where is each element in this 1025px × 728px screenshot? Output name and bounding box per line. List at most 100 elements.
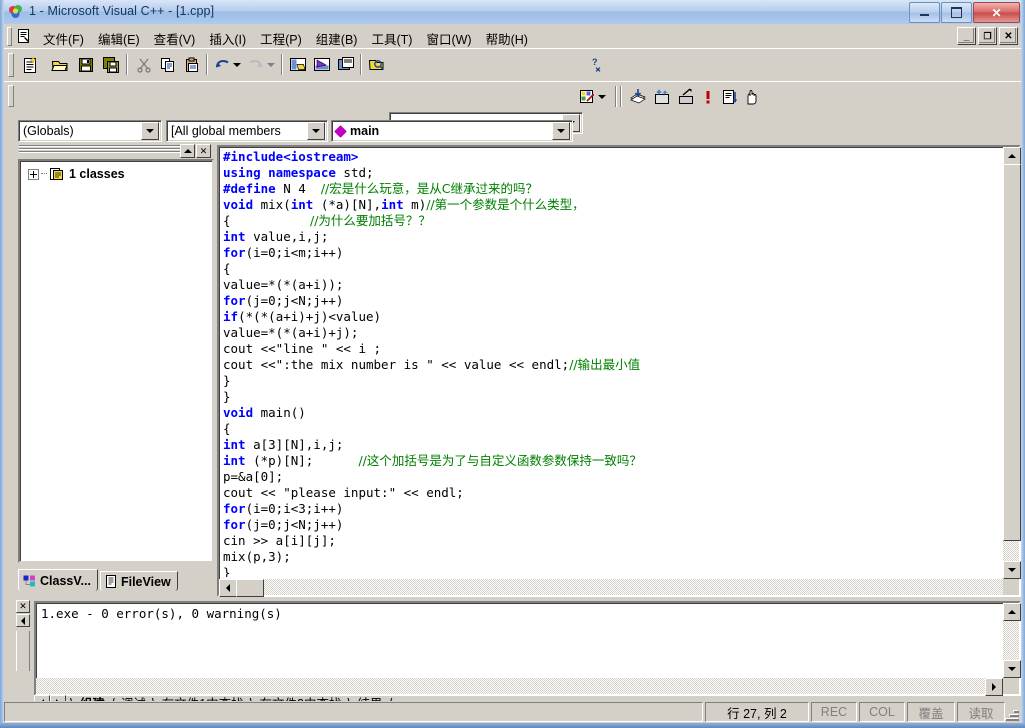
editor-scroll-left-button[interactable] xyxy=(219,579,237,597)
editor-horizontal-scrollbar[interactable] xyxy=(219,579,1003,597)
code-token: (j=0;j<N;j++) xyxy=(245,517,344,532)
output-scroll-up-button[interactable] xyxy=(16,614,30,627)
tree-item-classes[interactable]: 1 classes xyxy=(28,167,212,181)
menu-help[interactable]: 帮助(H) xyxy=(479,27,535,50)
code-line: for(j=0;j<N;j++) xyxy=(223,517,999,533)
undo-dropdown-icon[interactable] xyxy=(230,53,243,76)
workspace-roll-button[interactable] xyxy=(180,144,195,158)
save-icon[interactable] xyxy=(74,53,98,76)
code-editor[interactable]: #include<iostream> using namespace std; #d… xyxy=(217,145,1021,597)
mdi-minimize-button[interactable]: _ xyxy=(957,27,976,45)
code-line: cin >> a[i][j]; xyxy=(223,533,999,549)
workspace-caption: ✕ xyxy=(18,143,212,158)
output-drag-grip[interactable] xyxy=(16,631,30,671)
class-combo[interactable]: (Globals) xyxy=(18,120,162,142)
window-list-icon[interactable] xyxy=(334,53,358,76)
tab-fileview[interactable]: FileView xyxy=(99,571,178,591)
insert-breakpoint-icon[interactable] xyxy=(740,85,764,108)
paste-icon[interactable] xyxy=(180,53,204,76)
tab-classview[interactable]: ClassV... xyxy=(18,569,98,591)
code-token: } xyxy=(223,373,231,388)
window-close-button[interactable]: ✕ xyxy=(973,2,1020,23)
code-token: value,i,j; xyxy=(245,229,329,244)
code-line: void main() xyxy=(223,405,999,421)
menu-window[interactable]: 窗口(W) xyxy=(419,27,478,50)
editor-horizontal-thumb[interactable] xyxy=(236,579,264,597)
code-token: #include<iostream> xyxy=(223,149,359,164)
find-in-files-icon[interactable] xyxy=(364,53,388,76)
find-help-icon[interactable]: ? xyxy=(587,53,611,76)
editor-scroll-up-button[interactable] xyxy=(1003,147,1021,165)
resize-grip[interactable] xyxy=(1005,707,1019,721)
output-window-icon[interactable] xyxy=(310,53,334,76)
output-scroll-down[interactable] xyxy=(1003,660,1021,678)
classview-tree[interactable]: 1 classes xyxy=(18,159,214,563)
mdi-close-button[interactable]: ✕ xyxy=(999,27,1018,45)
classes-folder-icon xyxy=(50,168,63,180)
menu-tools[interactable]: 工具(T) xyxy=(364,27,419,50)
standard-toolbar-grip[interactable] xyxy=(8,53,14,77)
menu-edit[interactable]: 编辑(E) xyxy=(91,27,147,50)
code-token: using namespace xyxy=(223,165,336,180)
build-icon[interactable] xyxy=(650,85,674,108)
editor-vertical-scrollbar[interactable] xyxy=(1003,147,1021,579)
code-token: a[3][N],i,j; xyxy=(245,437,344,452)
function-combo-value: main xyxy=(350,124,380,138)
standard-toolbar: ? xyxy=(4,48,1021,134)
open-folder-icon[interactable] xyxy=(48,53,72,76)
build-execute-icon[interactable] xyxy=(674,85,698,108)
output-close-button[interactable]: ✕ xyxy=(16,600,30,613)
output-text-area[interactable]: 1.exe - 0 error(s), 0 warning(s) xyxy=(34,601,1021,696)
code-line: value=*(*(a+i)); xyxy=(223,277,999,293)
mdi-minimize-glyph: _ xyxy=(963,30,970,42)
class-combo-arrow[interactable] xyxy=(141,122,159,140)
function-combo[interactable]: main xyxy=(331,120,573,142)
save-all-icon[interactable] xyxy=(99,53,123,76)
new-document-icon[interactable] xyxy=(18,53,42,76)
code-token: } xyxy=(223,389,231,404)
mdi-restore-button[interactable]: ❐ xyxy=(978,27,997,45)
tree-expander-icon[interactable] xyxy=(28,168,39,180)
workspace-close-button[interactable]: ✕ xyxy=(196,144,211,158)
function-combo-arrow[interactable] xyxy=(552,122,570,140)
wizardbar-grip[interactable] xyxy=(8,85,14,107)
members-combo-arrow[interactable] xyxy=(307,122,325,140)
cut-scissors-icon[interactable] xyxy=(132,53,156,76)
menu-build[interactable]: 组建(B) xyxy=(309,27,365,50)
status-message xyxy=(4,702,703,722)
code-text[interactable]: #include<iostream> using namespace std; #d… xyxy=(223,149,999,577)
go-icon[interactable] xyxy=(718,85,742,108)
copy-icon[interactable] xyxy=(156,53,180,76)
output-vertical-scrollbar[interactable] xyxy=(1003,603,1021,678)
workspace-drag-lines[interactable] xyxy=(19,145,181,154)
editor-scroll-down-button[interactable] xyxy=(1003,561,1021,579)
workspace-window-icon[interactable] xyxy=(286,53,310,76)
status-indicator-overwrite: 覆盖 xyxy=(907,702,955,722)
workspace-panel: ✕ 1 classes ClassV... FileView xyxy=(18,143,214,591)
menu-view[interactable]: 查看(V) xyxy=(147,27,203,50)
code-token: int xyxy=(381,197,404,212)
compile-icon[interactable] xyxy=(626,85,650,108)
window-minimize-button[interactable] xyxy=(909,2,940,23)
menu-file[interactable]: 文件(F) xyxy=(36,27,91,50)
code-line: } xyxy=(223,373,999,389)
triangle-up-icon xyxy=(183,149,192,153)
code-token: (*p)[N]; xyxy=(245,453,359,468)
document-window-icon[interactable] xyxy=(16,28,32,44)
redo-dropdown-icon[interactable] xyxy=(264,53,277,76)
stop-build-icon[interactable] xyxy=(696,85,720,108)
output-scroll-up[interactable] xyxy=(1003,603,1021,621)
window-maximize-button[interactable] xyxy=(941,2,972,23)
wizardbar-dropdown-icon[interactable] xyxy=(595,85,608,108)
code-token: cout << "please input:" << endl; xyxy=(223,485,464,500)
application-window: 1 - Microsoft Visual C++ - [1.cpp] ✕ 文件(… xyxy=(0,0,1025,728)
menu-project[interactable]: 工程(P) xyxy=(253,27,309,50)
menu-insert[interactable]: 插入(I) xyxy=(202,27,253,50)
editor-vertical-thumb[interactable] xyxy=(1003,164,1021,541)
code-token: void xyxy=(223,197,254,212)
members-combo[interactable]: [All global members xyxy=(166,120,328,142)
output-horizontal-scrollbar[interactable] xyxy=(36,678,1003,696)
application-client-area: 文件(F) 编辑(E) 查看(V) 插入(I) 工程(P) 组建(B) 工具(T) 窗口(W)… xyxy=(4,24,1021,723)
frame-border-right xyxy=(1021,0,1025,728)
menubar-grip[interactable] xyxy=(7,24,12,46)
